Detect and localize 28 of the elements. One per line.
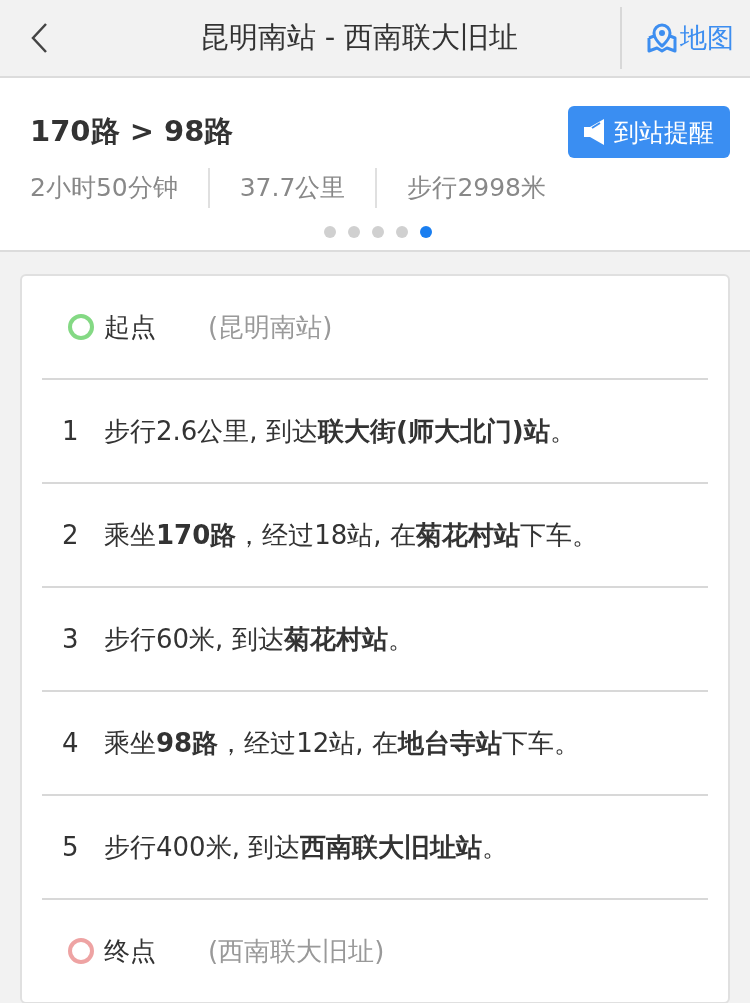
trip-stat: 2小时50分钟 [30, 172, 179, 204]
endpoint-place: (昆明南站) [208, 311, 333, 344]
step-number: 2 [61, 519, 80, 552]
page-dot[interactable] [347, 226, 360, 238]
page-dot[interactable] [323, 226, 336, 238]
step-text: 步行400米, 到达西南联大旧址站。 [104, 831, 510, 864]
page-dot[interactable] [395, 226, 408, 238]
step-text: 步行60米, 到达菊花村站。 [104, 623, 415, 656]
back-icon [30, 22, 48, 54]
endpoint-label: 终点 [104, 935, 157, 968]
step-number: 3 [61, 623, 80, 656]
step-text: 步行2.6公里, 到达联大街(师大北门)站。 [104, 415, 577, 448]
arrival-alert-button[interactable]: 到站提醒 [568, 106, 730, 158]
trip-stat: 37.7公里 [207, 168, 376, 208]
step-number: 5 [61, 831, 80, 864]
step-text: 乘坐98路，经过12站, 在地台寺站下车。 [104, 727, 581, 760]
trip-stat: 步行2998米 [375, 168, 576, 208]
route-summary: 170路 > 98路 [30, 113, 234, 150]
step-number: 1 [61, 415, 80, 448]
map-pin-icon [646, 22, 678, 54]
endpoint-place: (西南联大旧址) [208, 935, 385, 968]
step-text: 乘坐170路，经过18站, 在菊花村站下车。 [104, 519, 599, 552]
page-dot[interactable] [371, 226, 384, 238]
endpoint-label: 起点 [104, 311, 157, 344]
page-title: 昆明南站 - 西南联大旧址 [198, 19, 520, 56]
step-number: 4 [61, 727, 80, 760]
page-dot[interactable] [419, 226, 432, 238]
map-button[interactable]: 地图 [620, 7, 750, 69]
